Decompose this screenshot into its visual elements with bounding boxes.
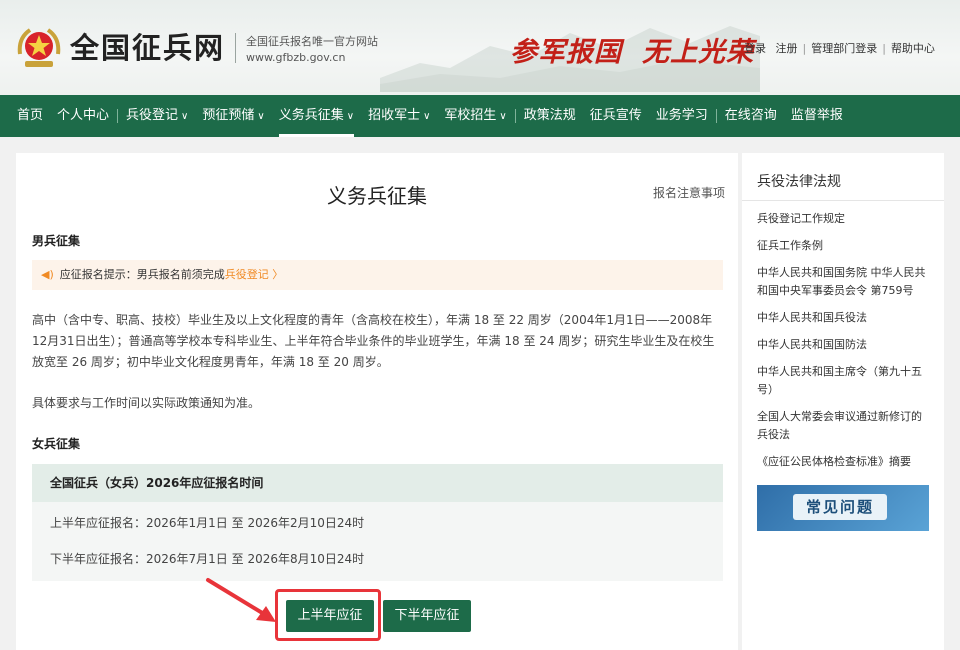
chevron-down-icon: ∨: [499, 111, 507, 122]
notice-link[interactable]: 报名注意事项: [653, 184, 725, 201]
nav-conscription-label: 义务兵征集: [278, 108, 344, 123]
register-link[interactable]: 注册: [776, 42, 798, 55]
nav-divider: [117, 109, 119, 123]
chevron-down-icon: ∨: [257, 111, 265, 122]
table-row-second-half: 下半年应征报名：2026年7月1日 至 2026年8月10日24时: [50, 552, 365, 566]
law-item[interactable]: 征兵工作条例: [757, 237, 932, 255]
slogan: 参军报国 无上光荣: [510, 30, 774, 69]
slogan-part-1: 参军报国: [510, 37, 622, 68]
female-schedule-table: 全国征兵（女兵）2026年应征报名时间 上半年应征报名：2026年1月1日 至 …: [32, 464, 723, 581]
nav-personal-center[interactable]: 个人中心: [50, 95, 116, 137]
nav-pre-storage-label: 预征预储: [202, 108, 255, 123]
second-half-button[interactable]: 下半年应征: [383, 600, 471, 632]
main-content: 义务兵征集 报名注意事项 男兵征集 ◀) 应征报名提示：男兵报名前须完成兵役登记 …: [16, 153, 738, 650]
law-list: 兵役登记工作规定 征兵工作条例 中华人民共和国国务院 中华人民共和国中央军事委员…: [757, 210, 932, 480]
nav-academy[interactable]: 军校招生 ∨: [437, 95, 513, 137]
nav-pre-storage[interactable]: 预征预储 ∨: [195, 95, 271, 137]
nav-conscription[interactable]: 义务兵征集 ∨: [272, 95, 361, 137]
faq-label: 常见问题: [793, 494, 887, 520]
login-link[interactable]: 登录: [744, 42, 766, 55]
first-half-button[interactable]: 上半年应征: [286, 600, 374, 632]
page-title: 义务兵征集: [327, 184, 427, 208]
law-item[interactable]: 中华人民共和国国防法: [757, 336, 932, 354]
nav-divider: [715, 109, 717, 123]
tip-text: 应征报名提示：男兵报名前须完成: [59, 268, 225, 281]
sidebar-title: 兵役法律法规: [757, 174, 841, 190]
male-requirements: 高中（含中专、职高、技校）毕业生及以上文化程度的青年（含高校在校生），年满 18…: [32, 313, 715, 369]
male-section-title: 男兵征集: [32, 234, 81, 248]
law-item[interactable]: 全国人大常委会审议通过新修订的兵役法: [757, 408, 932, 444]
nav-study[interactable]: 业务学习: [649, 95, 715, 137]
nav-registration[interactable]: 兵役登记 ∨: [119, 95, 195, 137]
link-divider: |: [882, 42, 886, 55]
law-item[interactable]: 中华人民共和国兵役法: [757, 309, 932, 327]
site-tagline: 全国征兵报名唯一官方网站 www.gfbzb.gov.cn: [246, 34, 378, 66]
law-item[interactable]: 中华人民共和国主席令（第九十五号）: [757, 363, 932, 399]
tagline-text: 全国征兵报名唯一官方网站: [246, 35, 378, 48]
nav-sergeant[interactable]: 招收军士 ∨: [361, 95, 437, 137]
nav-home[interactable]: 首页: [10, 95, 50, 137]
site-url: www.gfbzb.gov.cn: [246, 51, 346, 64]
military-registration-link[interactable]: 兵役登记 〉: [225, 268, 284, 281]
policy-note: 具体要求与工作时间以实际政策通知为准。: [32, 396, 261, 410]
female-section-title: 女兵征集: [32, 437, 81, 451]
nav-promo[interactable]: 征兵宣传: [583, 95, 649, 137]
nav-registration-label: 兵役登记: [126, 108, 179, 123]
slogan-part-2: 无上光荣: [642, 37, 754, 68]
law-item[interactable]: 中华人民共和国国务院 中华人民共和国中央军事委员会令 第759号: [757, 264, 932, 300]
faq-banner[interactable]: 常见问题: [757, 485, 929, 531]
nav-sergeant-label: 招收军士: [368, 108, 421, 123]
admin-login-link[interactable]: 管理部门登录: [811, 42, 877, 55]
nav-report[interactable]: 监督举报: [784, 95, 850, 137]
law-item[interactable]: 《应征公民体格检查标准》摘要: [757, 453, 932, 471]
speaker-icon: ◀): [41, 268, 54, 281]
header-divider: [235, 33, 236, 63]
registration-tip: ◀) 应征报名提示：男兵报名前须完成兵役登记 〉: [32, 260, 723, 290]
site-header: 全国征兵网 全国征兵报名唯一官方网站 www.gfbzb.gov.cn 参军报国…: [0, 0, 960, 95]
table-row-first-half: 上半年应征报名：2026年1月1日 至 2026年2月10日24时: [50, 516, 365, 530]
help-center-link[interactable]: 帮助中心: [891, 42, 935, 55]
table-header: 全国征兵（女兵）2026年应征报名时间: [32, 464, 723, 502]
nav-policy[interactable]: 政策法规: [517, 95, 583, 137]
main-nav: 首页 个人中心 兵役登记 ∨ 预征预储 ∨ 义务兵征集 ∨ 招收军士 ∨ 军校招生 ∨ 政…: [0, 95, 960, 137]
nav-academy-label: 军校招生: [444, 108, 497, 123]
chevron-down-icon: ∨: [346, 111, 355, 122]
army-emblem-icon: [17, 28, 61, 67]
sidebar: 兵役法律法规 兵役登记工作规定 征兵工作条例 中华人民共和国国务院 中华人民共和…: [742, 153, 944, 650]
sidebar-divider: [742, 200, 944, 201]
pointer-arrow-icon: [206, 578, 276, 622]
chevron-down-icon: ∨: [423, 111, 431, 122]
nav-consult[interactable]: 在线咨询: [718, 95, 784, 137]
site-name[interactable]: 全国征兵网: [70, 25, 225, 67]
link-divider: |: [802, 42, 807, 55]
law-item[interactable]: 兵役登记工作规定: [757, 210, 932, 228]
top-links: 登录 注册 | 管理部门登录 | 帮助中心: [744, 40, 935, 56]
nav-divider: [514, 109, 516, 123]
chevron-down-icon: ∨: [181, 111, 189, 122]
